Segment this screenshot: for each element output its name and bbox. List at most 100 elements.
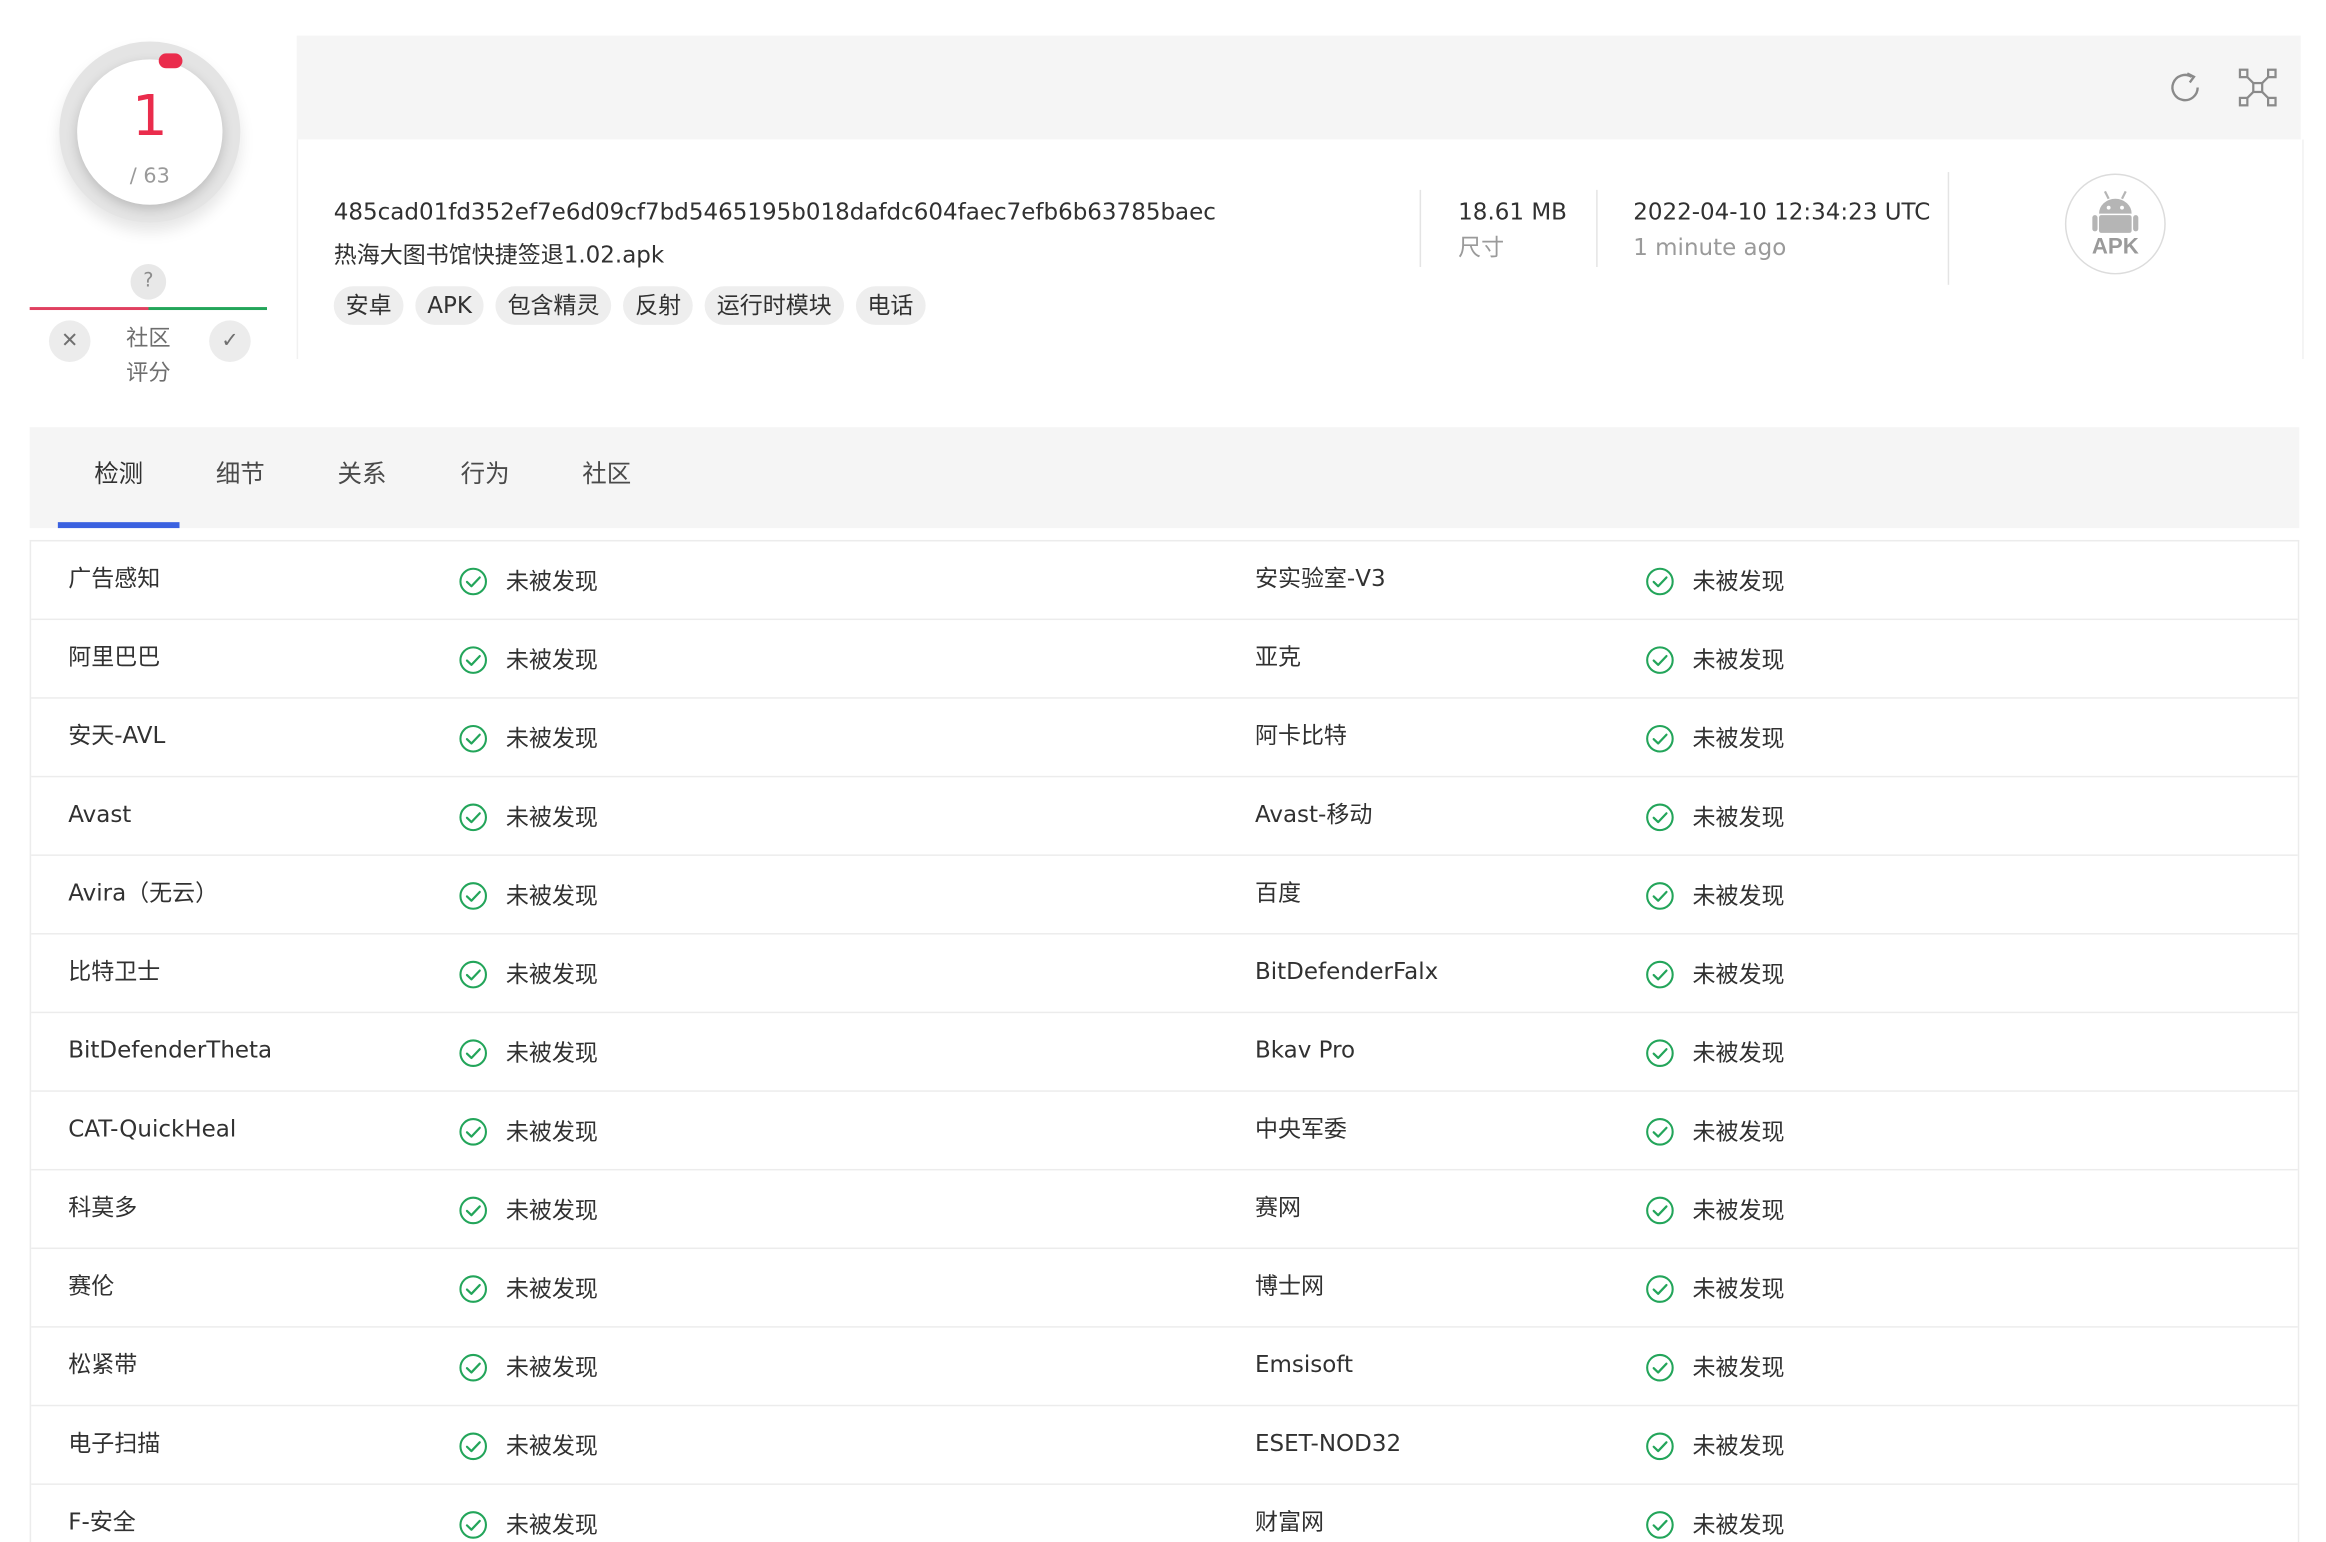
engine-result-label: 未被发现 — [1692, 1354, 1785, 1382]
engine-result: 未被发现 — [458, 1170, 598, 1247]
engine-result: 未被发现 — [458, 541, 598, 618]
engine-name: 百度 — [1254, 879, 1301, 907]
engine-name: 赛网 — [1254, 1194, 1301, 1221]
engine-result: 未被发现 — [1645, 699, 1785, 776]
clean-check-icon — [459, 1118, 488, 1146]
engine-name: Emsisoft — [1254, 1351, 1354, 1379]
engine-result-label: 未被发现 — [505, 1275, 598, 1303]
engine-result: 未被发现 — [1645, 620, 1785, 697]
tab-community[interactable]: 社区 — [546, 427, 668, 528]
engine-result: 未被发现 — [458, 1249, 598, 1326]
engine-result: 未被发现 — [1645, 1013, 1785, 1090]
engine-result-label: 未被发现 — [505, 1511, 598, 1539]
engine-name: CAT-QuickHeal — [68, 1115, 237, 1143]
engine-name: F-安全 — [68, 1508, 136, 1536]
engine-name: 亚克 — [1254, 643, 1301, 671]
file-tag[interactable]: 运行时模块 — [704, 286, 844, 325]
tab-behavior[interactable]: 行为 — [424, 427, 546, 528]
file-tag[interactable]: 包含精灵 — [495, 286, 612, 325]
table-row: Avira（无云） 未被发现 百度 未被发现 — [31, 856, 2298, 935]
report-toolbar — [296, 35, 2301, 140]
engine-name: Avast — [68, 801, 132, 828]
tab-relations[interactable]: 关系 — [301, 427, 423, 528]
clean-check-icon — [1646, 1432, 1674, 1461]
engine-result: 未被发现 — [1645, 856, 1785, 933]
engine-name: 阿里巴巴 — [68, 643, 161, 671]
engine-result: 未被发现 — [1645, 1406, 1785, 1483]
table-row: Avast 未被发现 Avast-移动 未被发现 — [31, 777, 2298, 856]
vote-harmless-button[interactable]: ✓ — [209, 320, 251, 362]
community-score-help-icon[interactable]: ? — [130, 264, 167, 300]
clean-check-icon — [1646, 960, 1674, 989]
community-score-label: 社区 评分 — [104, 322, 193, 390]
engine-result: 未被发现 — [1645, 541, 1785, 618]
engine-result: 未被发现 — [1645, 1485, 1785, 1542]
file-hash[interactable]: 485cad01fd352ef7e6d09cf7bd5465195b018daf… — [334, 196, 1216, 229]
file-tag[interactable]: APK — [415, 286, 484, 325]
clean-check-icon — [1646, 1196, 1674, 1225]
file-tag[interactable]: 反射 — [623, 286, 694, 325]
engine-result-label: 未被发现 — [505, 1354, 598, 1382]
clean-check-icon — [459, 1353, 488, 1382]
graph-icon[interactable] — [2235, 65, 2280, 110]
file-tag[interactable]: 电话 — [855, 286, 926, 325]
clean-check-icon — [459, 1196, 488, 1225]
engine-result-label: 未被发现 — [505, 961, 598, 988]
engine-result: 未被发现 — [1645, 935, 1785, 1012]
engine-result-label: 未被发现 — [1692, 1118, 1785, 1146]
engine-result-label: 未被发现 — [1692, 725, 1785, 753]
report-tabs: 检测 细节 关系 行为 社区 — [29, 427, 2300, 529]
engine-name: 广告感知 — [68, 565, 161, 592]
tab-detection[interactable]: 检测 — [58, 427, 180, 528]
clean-check-icon — [459, 646, 488, 674]
clean-check-icon — [459, 803, 488, 832]
clean-check-icon — [1646, 803, 1674, 832]
page-root: 1 / 63 ? ✕ 社区 评分 ✓ 485cad01fd352ef7e6d09… — [0, 0, 2326, 1542]
engine-name: ESET-NOD32 — [1254, 1429, 1402, 1457]
clean-check-icon — [1646, 1275, 1674, 1303]
file-tags: 安卓 APK 包含精灵 反射 运行时模块 电话 — [333, 286, 926, 325]
clean-check-icon — [1646, 1118, 1674, 1146]
engine-name: Bkav Pro — [1254, 1036, 1356, 1064]
file-type-label: APK — [2092, 234, 2139, 259]
engine-result: 未被发现 — [1645, 1170, 1785, 1247]
clean-check-icon — [459, 1432, 488, 1461]
file-size-label: 尺寸 — [1458, 234, 1505, 262]
engine-result: 未被发现 — [458, 1406, 598, 1483]
engine-name: 财富网 — [1254, 1508, 1324, 1536]
engine-name: 比特卫士 — [68, 958, 161, 985]
clean-check-icon — [1646, 724, 1674, 753]
reanalyze-icon[interactable] — [2163, 65, 2208, 110]
engine-result-label: 未被发现 — [505, 882, 598, 910]
clean-check-icon — [1646, 1511, 1674, 1539]
engine-name: 博士网 — [1254, 1272, 1324, 1300]
engine-name: 松紧带 — [68, 1351, 138, 1379]
engine-name: 安实验室-V3 — [1254, 565, 1386, 592]
community-score-label-line2: 评分 — [126, 358, 171, 386]
engine-result-label: 未被发现 — [1692, 568, 1785, 595]
table-row: 松紧带 未被发现 Emsisoft 未被发现 — [31, 1328, 2298, 1407]
tab-details[interactable]: 细节 — [179, 427, 301, 528]
engine-name: BitDefenderFalx — [1254, 958, 1439, 985]
engine-result-label: 未被发现 — [1692, 882, 1785, 910]
android-apk-icon: APK — [2092, 190, 2139, 259]
engine-result-label: 未被发现 — [1692, 1511, 1785, 1539]
vote-harmful-button[interactable]: ✕ — [48, 320, 91, 362]
engine-result: 未被发现 — [458, 1328, 598, 1405]
divider — [1419, 189, 1422, 268]
clean-check-icon — [1646, 1353, 1674, 1382]
engine-result-label: 未被发现 — [505, 1118, 598, 1146]
engine-result-label: 未被发现 — [1692, 1197, 1785, 1224]
engine-name: Avast-移动 — [1254, 801, 1373, 828]
last-analysis-relative: 1 minute ago — [1633, 234, 1787, 262]
detection-score-gauge: 1 / 63 — [59, 41, 241, 223]
engine-result: 未被发现 — [458, 1092, 598, 1169]
table-row: 阿里巴巴 未被发现 亚克 未被发现 — [31, 620, 2298, 699]
clean-check-icon — [459, 567, 488, 596]
file-type-badge: APK — [2064, 173, 2166, 275]
engine-result-label: 未被发现 — [1692, 1039, 1785, 1067]
clean-check-icon — [459, 1039, 488, 1068]
engine-result: 未被发现 — [458, 935, 598, 1012]
file-tag[interactable]: 安卓 — [333, 286, 404, 325]
engine-result-label: 未被发现 — [1692, 646, 1785, 674]
